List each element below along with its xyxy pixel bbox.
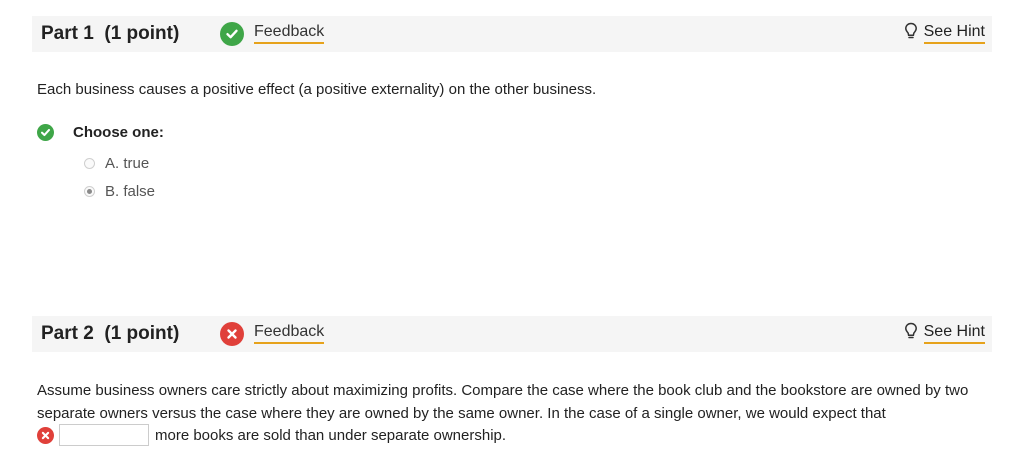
x-circle-icon (37, 426, 54, 444)
part-2-question: Assume business owners care strictly abo… (37, 382, 969, 422)
part-1-choose-row: Choose one: (37, 124, 164, 141)
part-1-header: Part 1 (1 point) Feedback See Hint (32, 16, 992, 52)
part-2-answer-suffix: more books are sold than under separate … (155, 426, 507, 444)
lightbulb-icon (904, 22, 918, 45)
part-1-title: Part 1 (1 point) (41, 23, 180, 44)
part-2-header: Part 2 (1 point) Feedback See Hint (32, 316, 992, 352)
choose-one-label: Choose one: (73, 124, 164, 141)
part-2-title: Part 2 (1 point) (41, 323, 180, 344)
part-1-feedback-link[interactable]: Feedback (254, 23, 325, 44)
part-1-hint-label: See Hint (923, 23, 985, 44)
check-circle-icon (37, 124, 54, 141)
check-circle-icon (220, 22, 244, 46)
option-b-label: B. false (105, 183, 156, 200)
radio-button-a[interactable] (84, 158, 95, 169)
part-2-see-hint-button[interactable]: See Hint (904, 322, 985, 345)
part-1-question: Each business causes a positive effect (… (37, 81, 597, 98)
radio-button-b[interactable] (84, 186, 95, 197)
part-2-feedback-link[interactable]: Feedback (254, 323, 325, 344)
part-2-hint-label: See Hint (923, 323, 985, 344)
x-circle-icon (220, 322, 244, 346)
part-2-answer-row: more books are sold than under separate … (37, 424, 506, 446)
option-b-false[interactable]: B. false (84, 183, 155, 200)
lightbulb-icon (904, 322, 918, 345)
option-a-label: A. true (105, 155, 150, 172)
part-1-see-hint-button[interactable]: See Hint (904, 22, 985, 45)
part-2-answer-input[interactable] (59, 424, 149, 446)
option-a-true[interactable]: A. true (84, 155, 149, 172)
